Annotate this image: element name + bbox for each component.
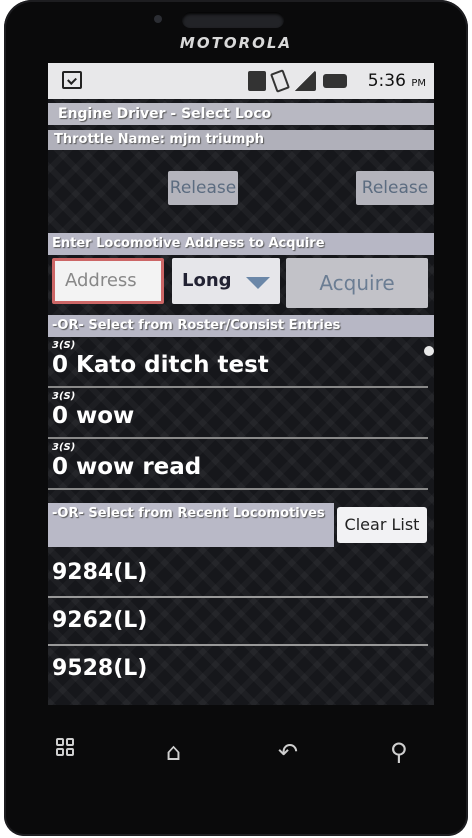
- release-button-1[interactable]: Release: [168, 171, 238, 205]
- download-icon[interactable]: [62, 71, 82, 89]
- divider: [48, 386, 428, 388]
- release-button-2[interactable]: Release: [356, 171, 434, 205]
- roster-item-name: 0 Kato ditch test: [52, 352, 269, 378]
- divider: [48, 644, 428, 646]
- status-bar: 5:36 PM: [48, 63, 434, 99]
- throttle-name: Throttle Name: mjm triumph: [48, 130, 434, 150]
- home-icon[interactable]: ⌂: [166, 738, 181, 766]
- back-icon[interactable]: ↶: [278, 738, 298, 766]
- roster-item-name: 0 wow: [52, 403, 135, 429]
- divider: [48, 596, 428, 598]
- clear-list-button[interactable]: Clear List: [337, 507, 427, 543]
- hardware-nav-bar: ⌂ ↶ ⚲: [4, 720, 468, 780]
- app-title: Engine Driver - Select Loco: [48, 103, 434, 125]
- status-time-ampm: PM: [411, 78, 426, 89]
- status-time: 5:36 PM: [368, 71, 426, 91]
- device-brand: MOTOROLA: [179, 34, 293, 52]
- roster-item-sub: 3(S): [52, 391, 76, 402]
- signal-icon: [294, 71, 316, 91]
- screen: 5:36 PM Engine Driver - Select Loco Thro…: [48, 63, 434, 705]
- phone-frame: MOTOROLA 5:36 PM Engine Driver - Select …: [4, 0, 468, 836]
- address-type-select[interactable]: Long: [172, 258, 280, 304]
- earpiece-speaker: [182, 12, 284, 28]
- status-icons: [248, 69, 347, 93]
- divider: [48, 437, 428, 439]
- roster-section-header: -OR- Select from Roster/Consist Entries: [48, 315, 434, 337]
- address-input[interactable]: Address: [52, 258, 164, 304]
- apps-icon[interactable]: [56, 738, 74, 756]
- vibrate-icon: [270, 69, 290, 93]
- recent-item-label: 9262(L): [52, 608, 148, 633]
- address-type-value: Long: [182, 270, 232, 291]
- divider: [48, 488, 428, 490]
- recent-item-label: 9528(L): [52, 656, 148, 681]
- light-flare: [424, 346, 434, 356]
- roster-item-name: 0 wow read: [52, 454, 202, 480]
- battery-saver-icon: [248, 71, 266, 91]
- battery-icon: [323, 74, 347, 88]
- status-time-value: 5:36: [367, 71, 406, 91]
- roster-item-sub: 3(S): [52, 340, 76, 351]
- recent-section-header: -OR- Select from Recent Locomotives: [48, 503, 334, 547]
- acquire-section-header: Enter Locomotive Address to Acquire: [48, 233, 434, 255]
- chevron-down-icon: [246, 277, 270, 289]
- front-camera-icon: [154, 15, 162, 23]
- roster-item-sub: 3(S): [52, 442, 76, 453]
- search-icon[interactable]: ⚲: [390, 738, 408, 766]
- recent-item-label: 9284(L): [52, 560, 148, 585]
- acquire-button[interactable]: Acquire: [286, 258, 428, 308]
